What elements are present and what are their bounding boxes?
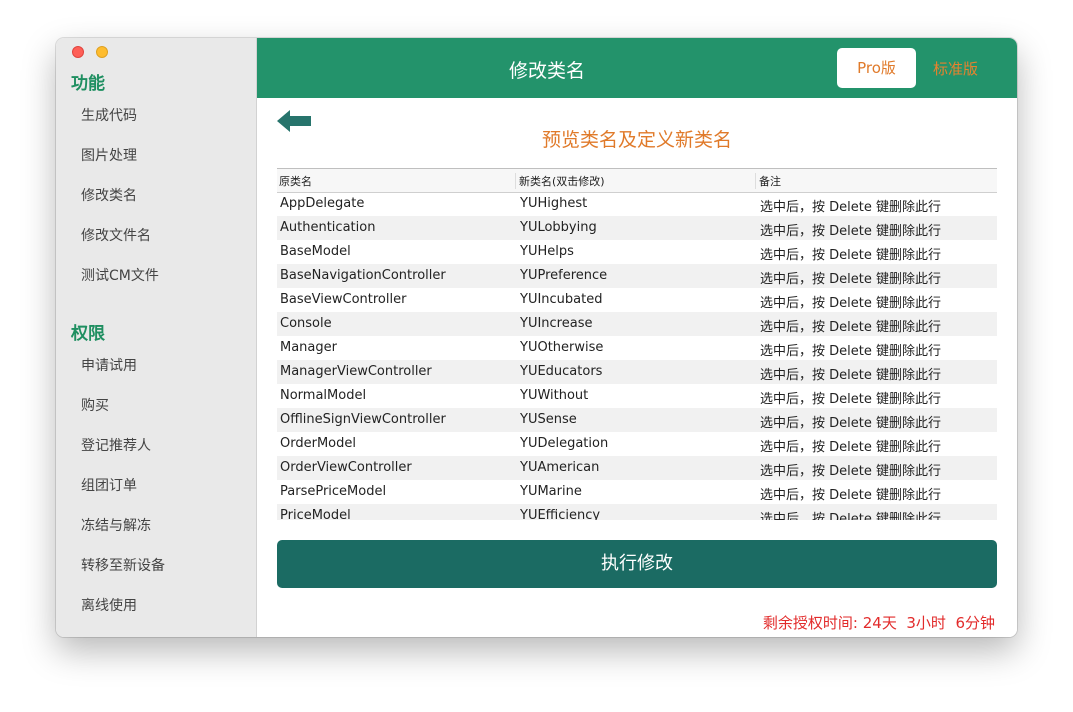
remaining-time-text: 剩余授权时间: 24天 3小时 6分钟 — [762, 614, 995, 632]
sidebar-item-offline-use[interactable]: 离线使用 — [81, 595, 137, 615]
table-row[interactable]: ManagerViewController YUEducators 选中后，按 De… — [277, 360, 997, 384]
sidebar-item-rename-file[interactable]: 修改文件名 — [81, 225, 151, 245]
cell-original-name: Console — [280, 316, 332, 331]
table-row[interactable]: Manager YUOtherwise 选中后，按 Delete 键删除此行 — [277, 336, 997, 360]
cell-original-name: Authentication — [280, 220, 376, 235]
cell-note: 选中后，按 Delete 键删除此行 — [760, 368, 941, 383]
cell-new-name[interactable]: YUEfficiency — [520, 508, 600, 520]
main-panel: 修改类名 Pro版 标准版 预览类名及定义新类名 原类名 新类名(双击修改) 备… — [257, 38, 1017, 637]
sidebar-item-purchase[interactable]: 购买 — [81, 395, 109, 415]
cell-original-name: BaseNavigationController — [280, 268, 446, 283]
cell-note: 选中后，按 Delete 键删除此行 — [760, 224, 941, 239]
table-body: AppDelegate YUHighest 选中后，按 Delete 键删除此行 Au… — [277, 192, 997, 520]
cell-note: 选中后，按 Delete 键删除此行 — [760, 392, 941, 407]
cell-new-name[interactable]: YUDelegation — [520, 436, 608, 451]
cell-note: 选中后，按 Delete 键删除此行 — [760, 272, 941, 287]
cell-new-name[interactable]: YUHelps — [520, 244, 574, 259]
sidebar-item-transfer-device[interactable]: 转移至新设备 — [81, 555, 165, 575]
cell-new-name[interactable]: YUHighest — [520, 196, 587, 211]
cell-original-name: OrderViewController — [280, 460, 412, 475]
table-row[interactable]: BaseViewController YUIncubated 选中后，按 Delet… — [277, 288, 997, 312]
cell-original-name: ManagerViewController — [280, 364, 432, 379]
class-name-table: 原类名 新类名(双击修改) 备注 AppDelegate YUHighest 选中后… — [277, 168, 997, 520]
cell-original-name: ParsePriceModel — [280, 484, 387, 499]
cell-new-name[interactable]: YUSense — [520, 412, 577, 427]
table-row[interactable]: OfflineSignViewController YUSense 选中后，按 De… — [277, 408, 997, 432]
cell-new-name[interactable]: YUMarine — [520, 484, 582, 499]
cell-new-name[interactable]: YULobbying — [520, 220, 597, 235]
cell-note: 选中后，按 Delete 键删除此行 — [760, 344, 941, 359]
table-row[interactable]: BaseNavigationController YUPreference 选中后，… — [277, 264, 997, 288]
cell-note: 选中后，按 Delete 键删除此行 — [760, 320, 941, 335]
sidebar-item-group-order[interactable]: 组团订单 — [81, 475, 137, 495]
table-row[interactable]: OrderModel YUDelegation 选中后，按 Delete 键删除此行 — [277, 432, 997, 456]
column-header-new[interactable]: 新类名(双击修改) — [515, 173, 605, 189]
header-bar: 修改类名 Pro版 标准版 — [257, 38, 1017, 98]
sidebar-item-freeze-unfreeze[interactable]: 冻结与解冻 — [81, 515, 151, 535]
cell-note: 选中后，按 Delete 键删除此行 — [760, 464, 941, 479]
table-row[interactable]: BaseModel YUHelps 选中后，按 Delete 键删除此行 — [277, 240, 997, 264]
section-title-features: 功能 — [71, 74, 105, 94]
pro-version-button[interactable]: Pro版 — [837, 48, 916, 88]
cell-original-name: AppDelegate — [280, 196, 365, 211]
cell-note: 选中后，按 Delete 键删除此行 — [760, 200, 941, 215]
cell-original-name: Manager — [280, 340, 337, 355]
page-title: 修改类名 — [508, 60, 585, 82]
table-row[interactable]: OrderViewController YUAmerican 选中后，按 Delet… — [277, 456, 997, 480]
sidebar-item-generate-code[interactable]: 生成代码 — [81, 105, 137, 125]
sidebar-item-rename-class[interactable]: 修改类名 — [81, 185, 137, 205]
table-row[interactable]: Console YUIncrease 选中后，按 Delete 键删除此行 — [277, 312, 997, 336]
standard-version-button[interactable]: 标准版 — [933, 58, 978, 79]
cell-new-name[interactable]: YUAmerican — [520, 460, 599, 475]
sidebar-item-image-processing[interactable]: 图片处理 — [81, 145, 137, 165]
cell-original-name: OrderModel — [280, 436, 356, 451]
sidebar: 功能 生成代码 图片处理 修改类名 修改文件名 测试CM文件 权限 申请试用 购… — [56, 38, 257, 637]
cell-original-name: NormalModel — [280, 388, 367, 403]
cell-new-name[interactable]: YUPreference — [520, 268, 607, 283]
cell-original-name: BaseViewController — [280, 292, 407, 307]
minimize-window-button[interactable] — [96, 46, 108, 58]
table-row[interactable]: Authentication YULobbying 选中后，按 Delete 键删除… — [277, 216, 997, 240]
sidebar-item-test-cm-file[interactable]: 测试CM文件 — [81, 265, 159, 285]
cell-original-name: OfflineSignViewController — [280, 412, 446, 427]
cell-new-name[interactable]: YUIncrease — [520, 316, 592, 331]
cell-new-name[interactable]: YUEducators — [520, 364, 602, 379]
cell-original-name: BaseModel — [280, 244, 351, 259]
cell-note: 选中后，按 Delete 键删除此行 — [760, 296, 941, 311]
table-header: 原类名 新类名(双击修改) 备注 — [277, 168, 997, 193]
sidebar-item-apply-trial[interactable]: 申请试用 — [81, 355, 137, 375]
close-window-button[interactable] — [72, 46, 84, 58]
cell-new-name[interactable]: YUIncubated — [520, 292, 602, 307]
cell-new-name[interactable]: YUWithout — [520, 388, 588, 403]
cell-note: 选中后，按 Delete 键删除此行 — [760, 416, 941, 431]
sidebar-item-register-referrer[interactable]: 登记推荐人 — [81, 435, 151, 455]
cell-original-name: PriceModel — [280, 508, 351, 520]
table-row[interactable]: AppDelegate YUHighest 选中后，按 Delete 键删除此行 — [277, 192, 997, 216]
column-header-original[interactable]: 原类名 — [279, 173, 312, 189]
table-row[interactable]: ParsePriceModel YUMarine 选中后，按 Delete 键删除此… — [277, 480, 997, 504]
cell-note: 选中后，按 Delete 键删除此行 — [760, 440, 941, 455]
execute-button[interactable]: 执行修改 — [277, 540, 997, 588]
section-subtitle: 预览类名及定义新类名 — [541, 129, 732, 151]
cell-new-name[interactable]: YUOtherwise — [520, 340, 603, 355]
table-row[interactable]: NormalModel YUWithout 选中后，按 Delete 键删除此行 — [277, 384, 997, 408]
cell-note: 选中后，按 Delete 键删除此行 — [760, 488, 941, 503]
cell-note: 选中后，按 Delete 键删除此行 — [760, 512, 941, 520]
table-row[interactable]: PriceModel YUEfficiency 选中后，按 Delete 键删除此行 — [277, 504, 997, 520]
section-title-permissions: 权限 — [71, 324, 105, 344]
column-header-note[interactable]: 备注 — [755, 173, 781, 189]
app-window: 功能 生成代码 图片处理 修改类名 修改文件名 测试CM文件 权限 申请试用 购… — [56, 38, 1017, 637]
cell-note: 选中后，按 Delete 键删除此行 — [760, 248, 941, 263]
